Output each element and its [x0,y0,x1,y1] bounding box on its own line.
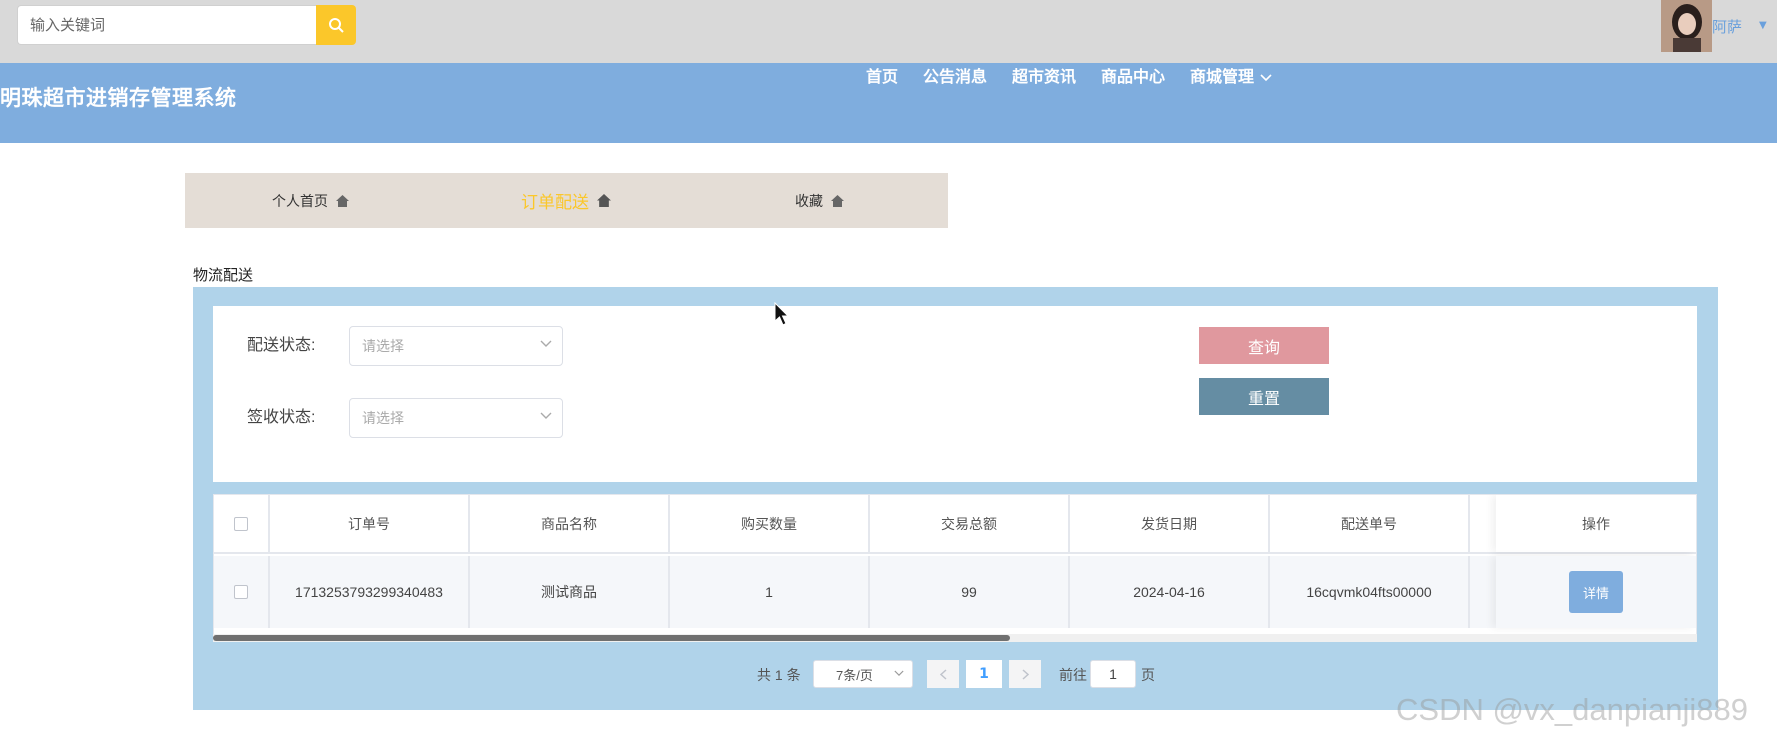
goto-page-input[interactable] [1090,660,1136,688]
total-cell: 99 [870,556,1070,628]
top-bar: 阿萨 ▼ [0,0,1777,63]
search-icon [329,18,344,33]
tab-favorites[interactable]: 收藏 [795,173,844,228]
horizontal-scrollbar[interactable] [213,634,1697,642]
column-header[interactable]: 配送单号 [1270,495,1470,552]
table-header: 订单号 商品名称 购买数量 交易总额 发货日期 配送单号 操作 [214,495,1696,554]
select-placeholder: 请选择 [362,410,404,426]
scrollbar-thumb[interactable] [213,635,1010,641]
column-header: 操作 [1582,515,1610,532]
nav-announcements[interactable]: 公告消息 [923,63,987,87]
table-row[interactable]: 1713253793299340483 测试商品 1 99 2024-04-16… [214,556,1696,628]
prev-page-button[interactable] [927,660,959,688]
page-size-value: 7条/页 [836,667,873,683]
quantity-cell: 1 [670,556,870,628]
nav-mall-management[interactable]: 商城管理 [1190,63,1272,87]
select-all-checkbox[interactable] [234,516,248,531]
search-input[interactable] [17,5,316,45]
goto-suffix: 页 [1141,667,1155,683]
page-size-select[interactable]: 7条/页 [813,660,913,688]
delivery-panel: 配送状态: 请选择 签收状态: 请选择 查询 重置 订单号 商品名称 购买数量 … [193,287,1718,710]
fixed-action-header: 操作 [1496,495,1696,552]
column-header[interactable]: 购买数量 [670,495,870,552]
delivery-status-label: 配送状态: [247,337,316,354]
nav-products[interactable]: 商品中心 [1101,63,1165,87]
chevron-left-icon [939,668,947,680]
fixed-action-cell: 详情 [1496,556,1696,628]
chevron-down-icon [540,340,552,347]
ship-date-cell: 2024-04-16 [1070,556,1270,628]
sign-status-label: 签收状态: [247,409,316,426]
delivery-no-cell: 16cqvmk04fts00000 [1270,556,1470,628]
pagination-total: 共 1 条 [757,667,801,683]
detail-button[interactable]: 详情 [1569,571,1623,613]
user-center-tabs: 个人首页 订单配送 收藏 [185,173,948,228]
delivery-status-select[interactable]: 请选择 [349,326,563,366]
chevron-down-icon [894,670,904,676]
order-no-cell: 1713253793299340483 [270,556,470,628]
section-title: 物流配送 [193,267,254,284]
nav-bar: 明珠超市进销存管理系统 首页 公告消息 超市资讯 商品中心 商城管理 [0,63,1777,143]
tab-personal-home[interactable]: 个人首页 [272,173,349,228]
tab-label: 收藏 [795,192,823,209]
tab-order-delivery[interactable]: 订单配送 [521,173,611,228]
filter-form: 配送状态: 请选择 签收状态: 请选择 查询 重置 [213,306,1697,482]
home-icon [831,194,844,207]
avatar[interactable] [1661,0,1712,52]
column-header[interactable]: 发货日期 [1070,495,1270,552]
column-header[interactable]: 商品名称 [470,495,670,552]
caret-down-icon[interactable]: ▼ [1759,20,1767,31]
reset-button[interactable]: 重置 [1199,378,1329,415]
nav-mall-management-label: 商城管理 [1190,69,1255,86]
next-page-button[interactable] [1009,660,1041,688]
product-name-cell: 测试商品 [470,556,670,628]
action-cell: 详情 [1496,556,1696,628]
orders-table: 订单号 商品名称 购买数量 交易总额 发货日期 配送单号 操作 17132537… [213,494,1697,635]
pagination: 共 1 条 7条/页 1 前往 页 [193,660,1718,688]
site-title: 明珠超市进销存管理系统 [0,87,237,110]
column-header[interactable]: 交易总额 [870,495,1070,552]
mouse-cursor-icon [774,302,790,326]
nav-news[interactable]: 超市资讯 [1012,63,1076,87]
tab-label: 订单配送 [521,193,589,212]
nav-home[interactable]: 首页 [866,63,898,87]
chevron-down-icon [540,412,552,419]
page-number-current[interactable]: 1 [966,660,1002,688]
query-button[interactable]: 查询 [1199,327,1329,364]
username[interactable]: 阿萨 [1712,16,1742,37]
header-select-cell [214,495,270,552]
search-button[interactable] [316,5,356,45]
home-icon [336,194,349,207]
select-placeholder: 请选择 [362,338,404,354]
sign-status-select[interactable]: 请选择 [349,398,563,438]
chevron-right-icon [1021,668,1029,680]
home-icon [597,194,611,207]
goto-label: 前往 [1059,667,1087,683]
row-select-cell [214,556,270,628]
row-checkbox[interactable] [234,585,248,599]
watermark: CSDN @vx_danpianji889 [1396,692,1748,727]
tab-label: 个人首页 [272,192,328,209]
column-header[interactable]: 订单号 [270,495,470,552]
chevron-down-icon [1260,74,1272,81]
